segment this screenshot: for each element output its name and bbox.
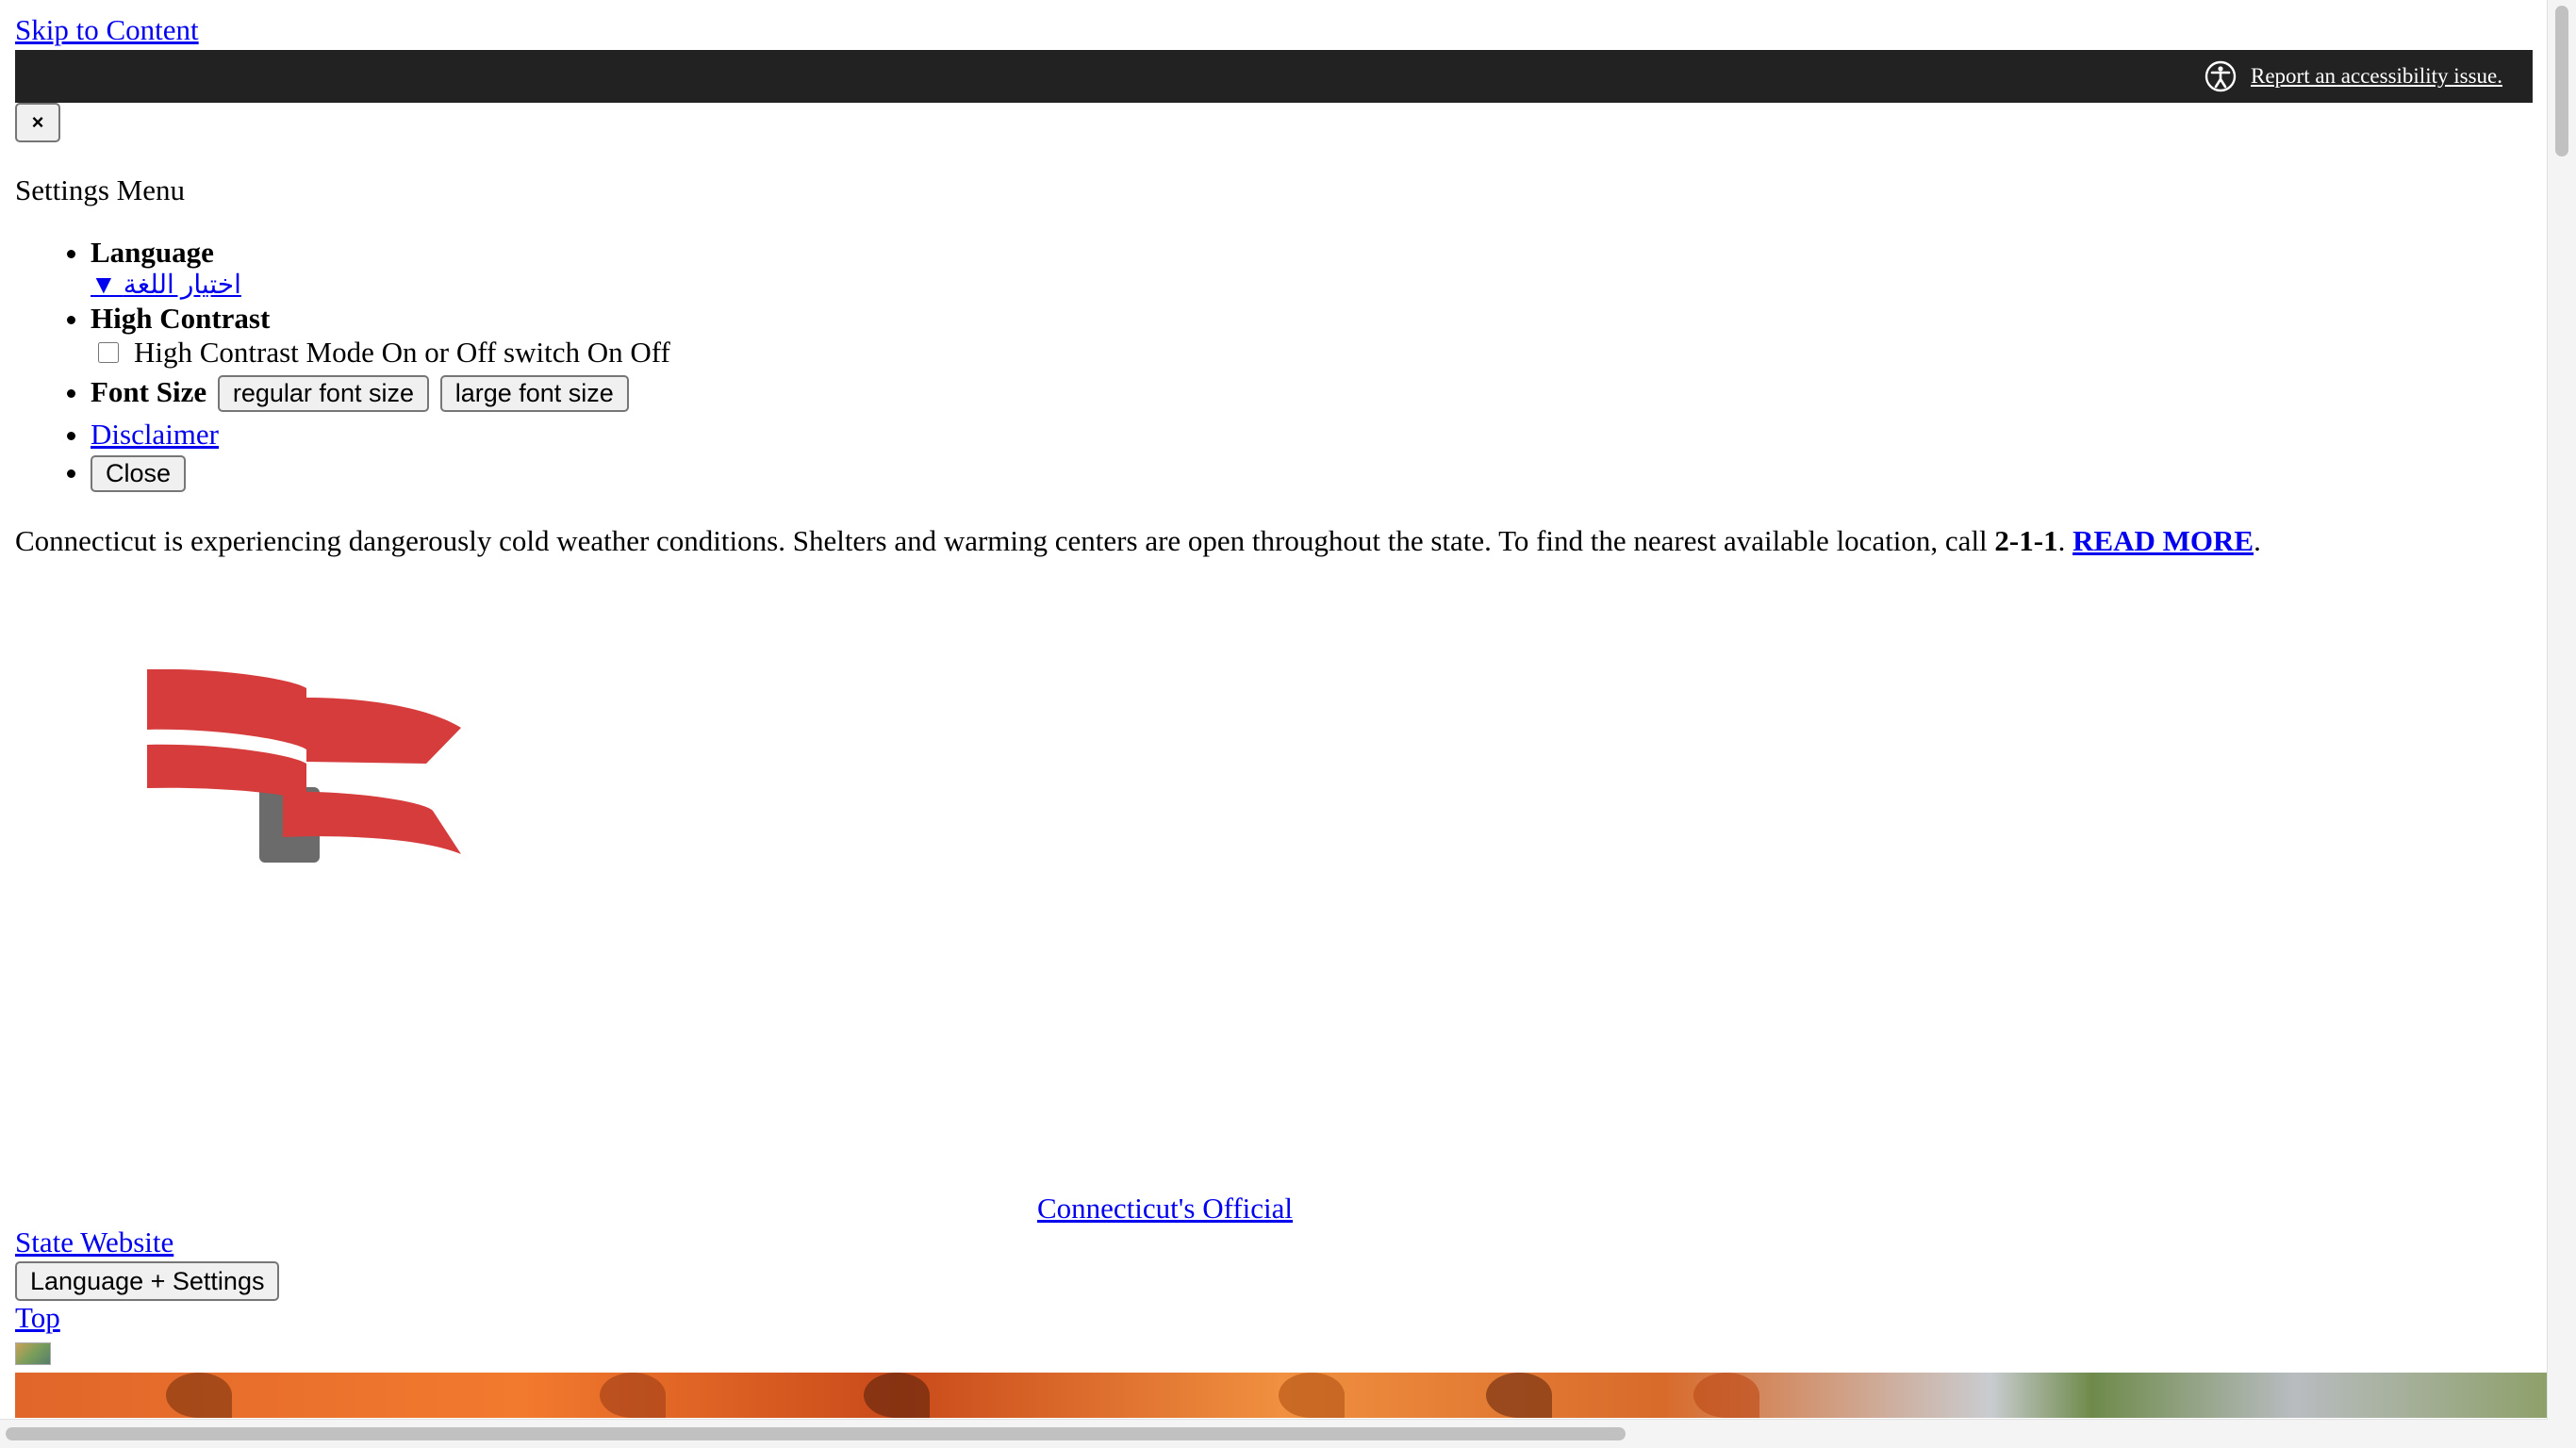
high-contrast-switch-text: High Contrast Mode On or Off switch On O… bbox=[134, 336, 670, 369]
state-website-link[interactable]: State Website bbox=[15, 1226, 173, 1259]
accessibility-icon bbox=[2204, 60, 2237, 92]
regular-font-size-button[interactable]: regular font size bbox=[217, 375, 429, 412]
cold-weather-alert: Connecticut is experiencing dangerously … bbox=[15, 524, 2261, 558]
disclaimer-link[interactable]: Disclaimer bbox=[91, 418, 219, 451]
settings-item-high-contrast: High Contrast High Contrast Mode On or O… bbox=[91, 302, 670, 370]
logo-stripe-back-bottom bbox=[147, 744, 306, 801]
leaf-shape bbox=[1486, 1373, 1552, 1418]
leaf-shape bbox=[600, 1373, 666, 1418]
report-accessibility-link[interactable]: Report an accessibility issue. bbox=[2251, 64, 2502, 89]
leaf-shape bbox=[1693, 1373, 1759, 1418]
horizontal-scrollbar[interactable] bbox=[0, 1419, 2548, 1448]
language-select-link[interactable]: ▼ اختيار اللغة bbox=[91, 270, 670, 302]
hero-image-autumn-leaves bbox=[15, 1373, 2548, 1418]
official-website-link[interactable]: Connecticut's Official bbox=[1037, 1192, 1293, 1226]
leaf-shape bbox=[166, 1373, 232, 1418]
high-contrast-checkbox[interactable] bbox=[98, 342, 119, 363]
alert-text: Connecticut is experiencing dangerously … bbox=[15, 524, 1995, 557]
logo-stripe-front-top bbox=[306, 698, 461, 764]
leaf-shape bbox=[864, 1373, 930, 1418]
settings-item-close: Close bbox=[91, 455, 670, 492]
settings-menu-title: Settings Menu bbox=[15, 173, 185, 206]
leaf-shape bbox=[1279, 1373, 1345, 1418]
font-size-label: Font Size bbox=[91, 375, 207, 408]
top-link[interactable]: Top bbox=[15, 1301, 60, 1335]
thumbnail-image bbox=[15, 1342, 51, 1365]
language-settings-button[interactable]: Language + Settings bbox=[15, 1261, 280, 1301]
language-label: Language bbox=[91, 236, 214, 269]
settings-item-font-size: Font Size regular font size large font s… bbox=[91, 375, 670, 412]
settings-item-language: Language ▼ اختيار اللغة bbox=[91, 236, 670, 302]
settings-item-disclaimer: Disclaimer bbox=[91, 418, 670, 452]
close-button[interactable]: Close bbox=[91, 455, 187, 492]
close-settings-x-button[interactable]: × bbox=[15, 103, 60, 142]
alert-separator: . bbox=[2057, 524, 2073, 557]
skip-to-content-link[interactable]: Skip to Content bbox=[15, 13, 199, 47]
large-font-size-button[interactable]: large font size bbox=[439, 375, 629, 412]
vertical-scrollbar[interactable] bbox=[2547, 0, 2576, 1448]
alert-phone: 2-1-1 bbox=[1994, 524, 2058, 557]
accessibility-bar: Report an accessibility issue. bbox=[15, 50, 2533, 103]
settings-list: Language ▼ اختيار اللغة High Contrast Hi… bbox=[15, 236, 670, 492]
read-more-link[interactable]: READ MORE bbox=[2072, 524, 2254, 557]
high-contrast-label: High Contrast bbox=[91, 302, 271, 335]
logo-stripe-back-top bbox=[147, 669, 306, 749]
ct-flag-logo[interactable] bbox=[141, 669, 467, 867]
alert-end: . bbox=[2254, 524, 2261, 557]
vertical-scrollbar-thumb[interactable] bbox=[2555, 6, 2568, 156]
horizontal-scrollbar-thumb[interactable] bbox=[6, 1427, 1626, 1440]
